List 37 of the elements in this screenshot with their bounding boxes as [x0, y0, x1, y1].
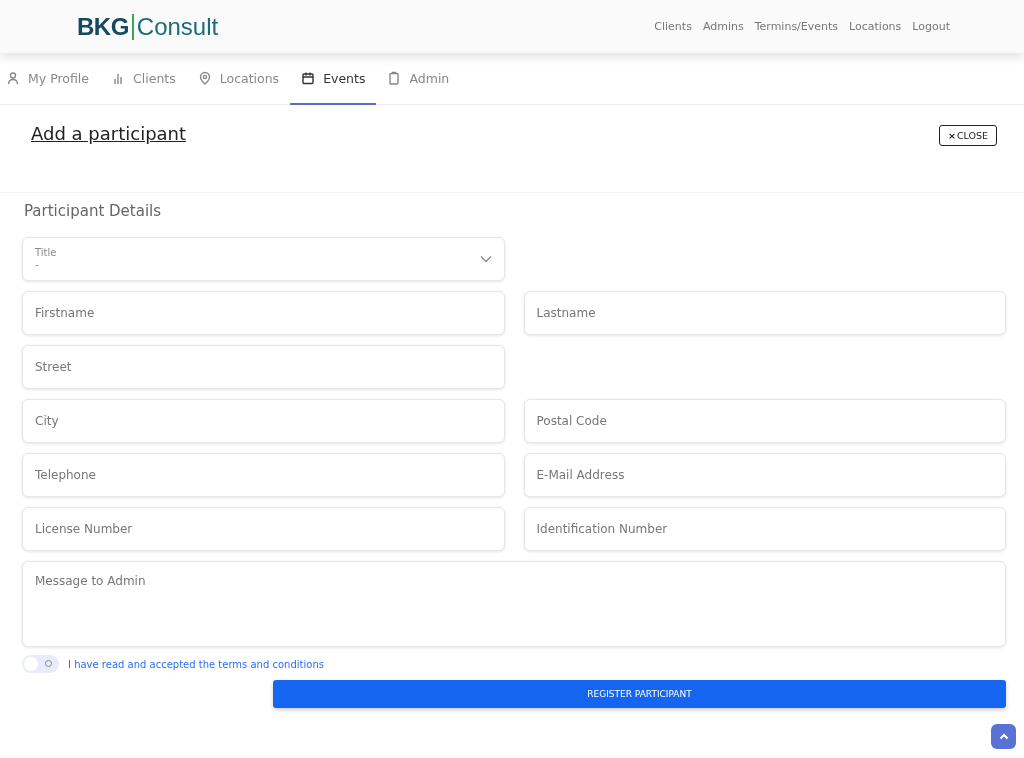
title-select[interactable]: Title - [22, 237, 505, 281]
scroll-top-button[interactable] [991, 724, 1016, 749]
nav-link[interactable]: Locations [849, 20, 902, 33]
message-field[interactable]: Message to Admin [22, 561, 1006, 647]
input-field[interactable]: Identification Number [523, 507, 1006, 551]
location-pin-icon [197, 71, 212, 85]
input-field[interactable]: Postal Code [523, 399, 1006, 443]
chevron-up-icon [998, 733, 1009, 740]
nav-link[interactable]: Termins/Events [754, 20, 839, 33]
logo-text: BKG [77, 12, 129, 41]
terms-label[interactable]: I have read and accepted the terms and conditions [68, 658, 324, 670]
toggle-switch[interactable] [22, 655, 59, 673]
input-field[interactable]: City [22, 399, 505, 443]
input-field[interactable]: Firstname [22, 291, 505, 335]
input-field[interactable]: Telephone [22, 453, 505, 497]
clipboard-icon [387, 71, 402, 85]
register-button[interactable]: REGISTER PARTICIPANT [273, 680, 1006, 708]
close-button[interactable]: ×CLOSE [938, 125, 997, 146]
page-title: Add a participant [31, 123, 187, 144]
logo-text: Consult [136, 12, 219, 41]
chevron-down-icon [479, 255, 492, 263]
logo-divider [131, 13, 134, 40]
calendar-icon [301, 71, 316, 85]
input-field[interactable]: License Number [22, 507, 505, 551]
section-title: Participant Details [23, 201, 163, 222]
tab[interactable]: Events [290, 53, 377, 105]
nav-link[interactable]: Admins [702, 20, 744, 33]
nav-link[interactable]: Clients [654, 20, 692, 33]
nav-link[interactable]: Logout [912, 20, 950, 33]
tab[interactable]: Clients [100, 53, 187, 105]
input-field[interactable]: Lastname [523, 291, 1006, 335]
tab[interactable]: Locations [186, 53, 291, 105]
tab[interactable]: My Profile [6, 53, 101, 105]
tab[interactable]: Admin [376, 53, 461, 105]
input-field[interactable]: E-Mail Address [523, 453, 1006, 497]
input-field[interactable]: Street [22, 345, 505, 389]
person-icon [6, 71, 20, 85]
